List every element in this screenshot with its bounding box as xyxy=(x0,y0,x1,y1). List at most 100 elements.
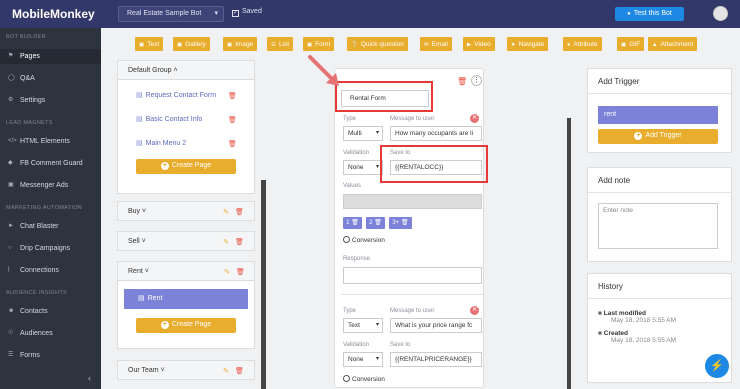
page-link-rent[interactable]: ▤ Rent xyxy=(124,289,248,309)
test-bot-button[interactable]: ● Test this Bot xyxy=(615,7,684,21)
note-textarea[interactable]: Enter note xyxy=(598,203,718,249)
sidebar-item-fb-comment-guard[interactable]: ◆ FB Comment Guard xyxy=(0,156,101,171)
button-label: GIF xyxy=(629,40,641,48)
gallery-element-button[interactable]: ▣ Gallery xyxy=(173,37,210,51)
save-to-label: Save to xyxy=(390,342,411,348)
trash-icon[interactable]: 🗑 xyxy=(235,367,244,375)
edit-icon[interactable]: ✎ xyxy=(223,238,229,246)
text-element-button[interactable]: ▣ Text xyxy=(135,37,164,51)
image-icon: ▣ xyxy=(227,41,233,48)
top-bar: MobileMonkey Real Estate Sample Bot ▾ ✓ S… xyxy=(0,0,740,28)
form-icon: ▣ xyxy=(307,41,313,48)
button-label: Quick question xyxy=(360,40,404,48)
type-select[interactable]: Multi ▾ xyxy=(343,126,383,141)
sidebar-item-label: Contacts xyxy=(20,308,48,315)
trash-icon[interactable]: 🗑 xyxy=(236,268,245,276)
ads-icon: ▣ xyxy=(8,182,14,188)
response-input[interactable] xyxy=(343,267,482,284)
value-chip[interactable]: 1 🗑 xyxy=(343,217,362,229)
validation-label: Validation xyxy=(343,342,369,348)
default-group-header[interactable]: Default Group ˄ xyxy=(117,60,255,80)
sidebar-item-connections[interactable]: ⌈ Connections xyxy=(0,263,101,278)
edit-icon[interactable]: ✎ xyxy=(223,367,229,375)
type-label: Type xyxy=(343,116,357,122)
collapse-sidebar-icon[interactable]: ‹ xyxy=(88,373,91,383)
message-input[interactable]: What is your price range fc xyxy=(390,318,482,333)
trash-icon[interactable]: ✕ xyxy=(470,114,479,123)
save-to-input[interactable]: {{RENTALPRICERANGE}} xyxy=(390,352,482,367)
more-options-icon[interactable]: ⋮ xyxy=(471,75,482,86)
navigate-element-button[interactable]: ➤ Navigate xyxy=(507,37,549,51)
bot-selector[interactable]: Real Estate Sample Bot ▾ xyxy=(118,6,224,22)
page-label: Request Contact Form xyxy=(145,92,217,99)
values-input[interactable] xyxy=(343,194,482,209)
trash-icon[interactable]: 🗑 xyxy=(235,208,244,216)
history-label: Created xyxy=(603,330,628,337)
video-element-button[interactable]: ▶ Video xyxy=(463,37,495,51)
sidebar-item-pages[interactable]: ⚑ Pages xyxy=(0,49,101,64)
conversion-toggle[interactable]: Conversion xyxy=(343,236,385,244)
values-label: Values xyxy=(343,183,361,189)
conversion-toggle[interactable]: Conversion xyxy=(343,375,385,383)
message-input[interactable]: How many occupants are li xyxy=(390,126,482,141)
trash-icon[interactable]: 🗑 xyxy=(228,116,237,124)
chevron-down-icon: ▾ xyxy=(375,164,379,170)
button-label: Video xyxy=(474,40,491,48)
quick-question-element-button[interactable]: ❔ Quick question xyxy=(347,37,408,51)
attribute-element-button[interactable]: ● Attribute xyxy=(563,37,602,51)
groups-scrollbar[interactable] xyxy=(261,180,266,389)
create-page-button[interactable]: + Create Page xyxy=(136,318,236,333)
trash-icon[interactable]: 🗑 xyxy=(228,140,237,148)
trash-icon[interactable]: ✕ xyxy=(470,306,479,315)
add-trigger-button[interactable]: + Add Trigger xyxy=(598,129,718,144)
edit-icon[interactable]: ✎ xyxy=(223,208,229,216)
list-element-button[interactable]: ☰ List xyxy=(267,37,294,51)
chevron-down-icon: ▾ xyxy=(214,10,218,17)
default-group-card: Default Group ˄ ▤ Request Contact Form 🗑 … xyxy=(117,60,255,194)
validation-select[interactable]: None ▾ xyxy=(343,160,383,175)
app-logo[interactable]: MobileMonkey xyxy=(12,7,95,21)
chat-icon: ◯ xyxy=(8,75,15,81)
validation-select[interactable]: None ▾ xyxy=(343,352,383,367)
page-link-request-contact-form[interactable]: ▤ Request Contact Form xyxy=(136,91,216,99)
trash-icon[interactable]: 🗑 xyxy=(235,238,244,246)
trash-icon[interactable]: 🗑 xyxy=(228,92,237,100)
sidebar-item-contacts[interactable]: ☻ Contacts xyxy=(0,304,101,319)
value-chip[interactable]: 2 🗑 xyxy=(366,217,385,229)
response-label: Response xyxy=(343,256,371,262)
group-title: Default Group xyxy=(128,67,172,74)
gif-element-button[interactable]: ▣ GIF xyxy=(617,37,645,51)
email-element-button[interactable]: ✉ Email xyxy=(420,37,452,51)
forms-icon: ☰ xyxy=(8,352,14,358)
image-element-button[interactable]: ▣ Image xyxy=(223,37,258,51)
sidebar-item-audiences[interactable]: ☉ Audiences xyxy=(0,326,101,341)
page-link-main-menu-2[interactable]: ▤ Main Menu 2 xyxy=(136,139,186,147)
editor-scrollbar[interactable] xyxy=(567,118,571,389)
edit-icon[interactable]: ✎ xyxy=(224,268,230,276)
trigger-tag[interactable]: rent xyxy=(598,106,718,124)
sidebar-item-html-elements[interactable]: </> HTML Elements xyxy=(0,134,101,149)
page-label: Basic Contact Info xyxy=(145,116,203,123)
type-select[interactable]: Text ▾ xyxy=(343,318,383,333)
page-link-basic-contact-info[interactable]: ▤ Basic Contact Info xyxy=(136,115,202,123)
form-element-button[interactable]: ▣ Form xyxy=(303,37,335,51)
sidebar-item-chat-blaster[interactable]: ► Chat Blaster xyxy=(0,219,101,234)
attachment-element-button[interactable]: ▲ Attachment xyxy=(648,37,698,51)
sidebar-item-qa[interactable]: ◯ Q&A xyxy=(0,71,101,86)
trash-icon: 🗑 xyxy=(400,220,409,226)
sidebar-item-settings[interactable]: ⚙ Settings xyxy=(0,93,101,108)
sidebar-item-drip-campaigns[interactable]: ○ Drip Campaigns xyxy=(0,241,101,256)
value-chips: 1 🗑 2 🗑 3+ 🗑 xyxy=(343,217,463,229)
chevron-down-icon: ▾ xyxy=(375,322,379,328)
conversion-label: Conversion xyxy=(352,376,385,383)
messenger-chat-icon[interactable]: ⚡ xyxy=(705,354,729,378)
sidebar-item-forms[interactable]: ☰ Forms xyxy=(0,348,101,363)
avatar[interactable] xyxy=(713,6,728,21)
trash-icon[interactable]: 🗑 xyxy=(457,77,467,86)
button-label: Form xyxy=(315,40,331,48)
sidebar-item-messenger-ads[interactable]: ▣ Messenger Ads xyxy=(0,178,101,193)
message-label: Message to user xyxy=(390,308,435,314)
create-page-button[interactable]: + Create Page xyxy=(136,159,236,174)
value-chip[interactable]: 3+ 🗑 xyxy=(389,217,412,229)
rent-group-header[interactable]: Rent ˅ xyxy=(117,261,255,281)
